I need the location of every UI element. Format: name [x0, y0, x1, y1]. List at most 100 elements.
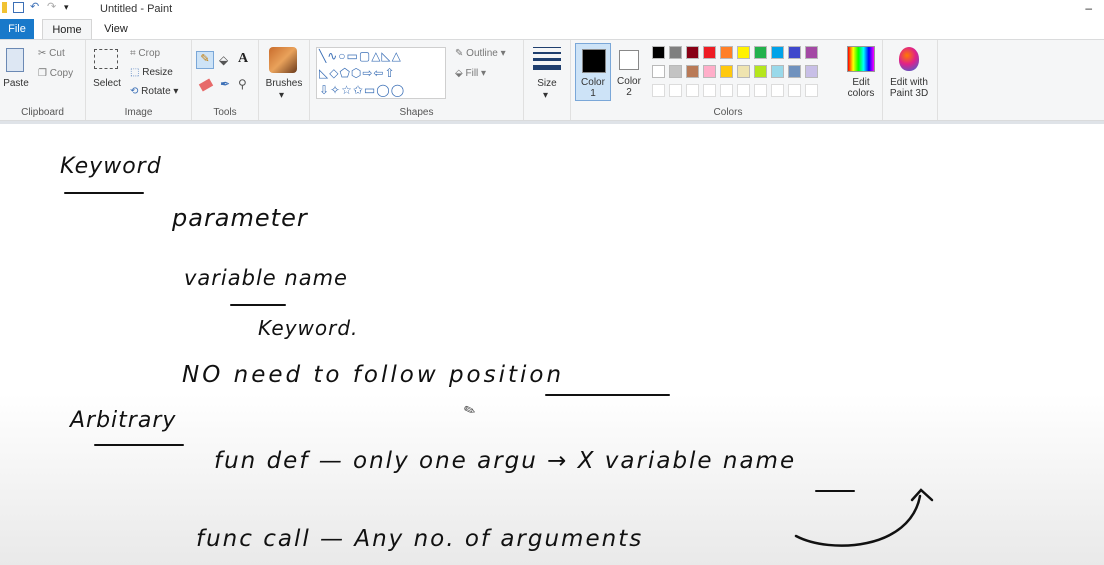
paint3d-group: Edit with Paint 3D	[883, 40, 938, 120]
size-button[interactable]: Size	[526, 78, 568, 89]
undo-icon[interactable]: ↶	[30, 2, 41, 13]
note-variable-name: variable name	[184, 266, 348, 290]
image-label: Image	[124, 107, 153, 118]
shapes-gallery[interactable]: ╲∿○▭▢△◺△ ◺◇⬠⬡⇨⇦⇧ ⇩✧☆✩▭◯◯	[316, 47, 446, 99]
palette-swatch[interactable]	[788, 46, 801, 59]
clipboard-group: Paste ✂ Cut ❐ Copy Clipboard	[0, 40, 86, 120]
copy-icon: ❐	[38, 68, 47, 79]
minimize-button[interactable]: –	[1085, 1, 1092, 15]
custom-color-slot[interactable]	[788, 84, 801, 97]
ribbon: Paste ✂ Cut ❐ Copy Clipboard Select ⌗ Cr…	[0, 39, 1104, 121]
tab-home[interactable]: Home	[42, 19, 92, 40]
palette-swatch[interactable]	[737, 65, 750, 78]
rotate-button[interactable]: ⟲ Rotate ▾	[130, 86, 178, 97]
colors-group: Colors	[648, 40, 842, 120]
palette-swatch[interactable]	[703, 46, 716, 59]
edit-colors-button[interactable]: Edit colors	[842, 77, 880, 99]
rotate-icon: ⟲	[130, 86, 139, 97]
note-keyword-2: Keyword.	[258, 316, 359, 340]
drawing-canvas[interactable]: Keyword parameter variable name Keyword.…	[0, 124, 1104, 565]
resize-icon: ⬚	[130, 67, 140, 78]
custom-color-slot[interactable]	[652, 84, 665, 97]
custom-color-slot[interactable]	[720, 84, 733, 97]
resize-button[interactable]: ⬚ Resize	[130, 67, 173, 78]
palette-swatch[interactable]	[771, 46, 784, 59]
palette-swatch[interactable]	[771, 65, 784, 78]
custom-color-slot[interactable]	[754, 84, 767, 97]
color2-number: 2	[626, 87, 632, 98]
palette-swatch[interactable]	[788, 65, 801, 78]
palette-swatch[interactable]	[686, 65, 699, 78]
color2-label: Color	[617, 76, 641, 87]
note-fun-def: fun def — only one argu → X variable nam…	[214, 448, 797, 474]
redo-icon[interactable]: ↷	[47, 2, 58, 13]
color2-button[interactable]: Color 2	[613, 43, 647, 101]
paste-button[interactable]: Paste	[2, 78, 30, 89]
variable-underline	[230, 304, 286, 306]
outline-button[interactable]: ✎ Outline ▾	[455, 48, 506, 59]
paste-icon	[6, 48, 24, 72]
palette-swatch[interactable]	[720, 65, 733, 78]
edit-with-paint3d-button[interactable]: Edit with Paint 3D	[883, 77, 935, 99]
brushes-icon	[269, 47, 297, 73]
eraser-icon[interactable]	[198, 78, 214, 92]
custom-color-slot[interactable]	[686, 84, 699, 97]
scissors-icon: ✂	[38, 48, 47, 59]
outline-icon: ✎	[455, 48, 464, 59]
palette-swatch[interactable]	[737, 46, 750, 59]
crop-button[interactable]: ⌗ Crop	[130, 48, 160, 59]
tools-label: Tools	[213, 107, 237, 118]
paint-app-icon	[2, 2, 7, 13]
pencil-cursor-icon: ✎	[461, 400, 478, 420]
brushes-dropdown-icon[interactable]: ▾	[279, 90, 284, 101]
colors-label: Colors	[713, 107, 743, 118]
save-icon[interactable]	[13, 2, 24, 13]
text-icon[interactable]: A	[238, 51, 248, 67]
color-picker-icon[interactable]: ✒	[220, 77, 230, 91]
palette-swatch[interactable]	[703, 65, 716, 78]
ribbon-tabs: File Home View	[0, 19, 1104, 40]
shapes-row-3-icons: ⇩✧☆✩▭◯◯	[319, 83, 406, 97]
cut-button[interactable]: ✂ Cut	[38, 48, 65, 59]
clipboard-label: Clipboard	[21, 107, 64, 118]
custom-color-slot[interactable]	[737, 84, 750, 97]
pencil-icon[interactable]: ✎	[196, 51, 214, 69]
customize-toolbar-icon[interactable]: ▾	[64, 2, 75, 13]
palette-swatch[interactable]	[805, 46, 818, 59]
tools-group: ✎ ⬙ A ✒ ⚲ Tools	[192, 40, 259, 120]
palette-swatch[interactable]	[754, 46, 767, 59]
tab-file[interactable]: File	[0, 19, 34, 39]
palette-swatch[interactable]	[686, 46, 699, 59]
select-button[interactable]: Select	[90, 78, 124, 89]
tab-view[interactable]: View	[98, 19, 134, 39]
fill-icon[interactable]: ⬙	[219, 53, 228, 67]
color1-button[interactable]: Color 1	[575, 43, 611, 101]
select-icon	[94, 49, 118, 69]
title-bar: ↶ ↷ ▾ Untitled - Paint –	[0, 0, 1104, 19]
size-group: Size ▾	[524, 40, 571, 120]
palette-swatch[interactable]	[669, 65, 682, 78]
note-func-call: func call — Any no. of arguments	[196, 526, 644, 552]
palette-swatch[interactable]	[652, 65, 665, 78]
palette-swatch[interactable]	[805, 65, 818, 78]
fill-button[interactable]: ⬙ Fill ▾	[455, 68, 486, 79]
shapes-label: Shapes	[399, 107, 434, 118]
custom-color-slot[interactable]	[771, 84, 784, 97]
arbitrary-underline	[94, 444, 184, 446]
palette-swatch[interactable]	[754, 65, 767, 78]
custom-color-slot[interactable]	[703, 84, 716, 97]
note-parameter: parameter	[172, 204, 308, 232]
position-underline	[545, 394, 670, 396]
custom-color-slot[interactable]	[669, 84, 682, 97]
shapes-row-2-icons: ◺◇⬠⬡⇨⇦⇧	[319, 66, 396, 80]
custom-color-slot[interactable]	[805, 84, 818, 97]
keyword-underline	[64, 192, 144, 194]
brushes-button[interactable]: Brushes	[261, 78, 307, 89]
palette-swatch[interactable]	[720, 46, 733, 59]
palette-swatch[interactable]	[652, 46, 665, 59]
magnifier-icon[interactable]: ⚲	[238, 77, 247, 91]
size-dropdown-icon[interactable]: ▾	[543, 90, 548, 101]
palette-swatch[interactable]	[669, 46, 682, 59]
copy-button[interactable]: ❐ Copy	[38, 68, 73, 79]
edit-colors-icon	[847, 46, 875, 72]
